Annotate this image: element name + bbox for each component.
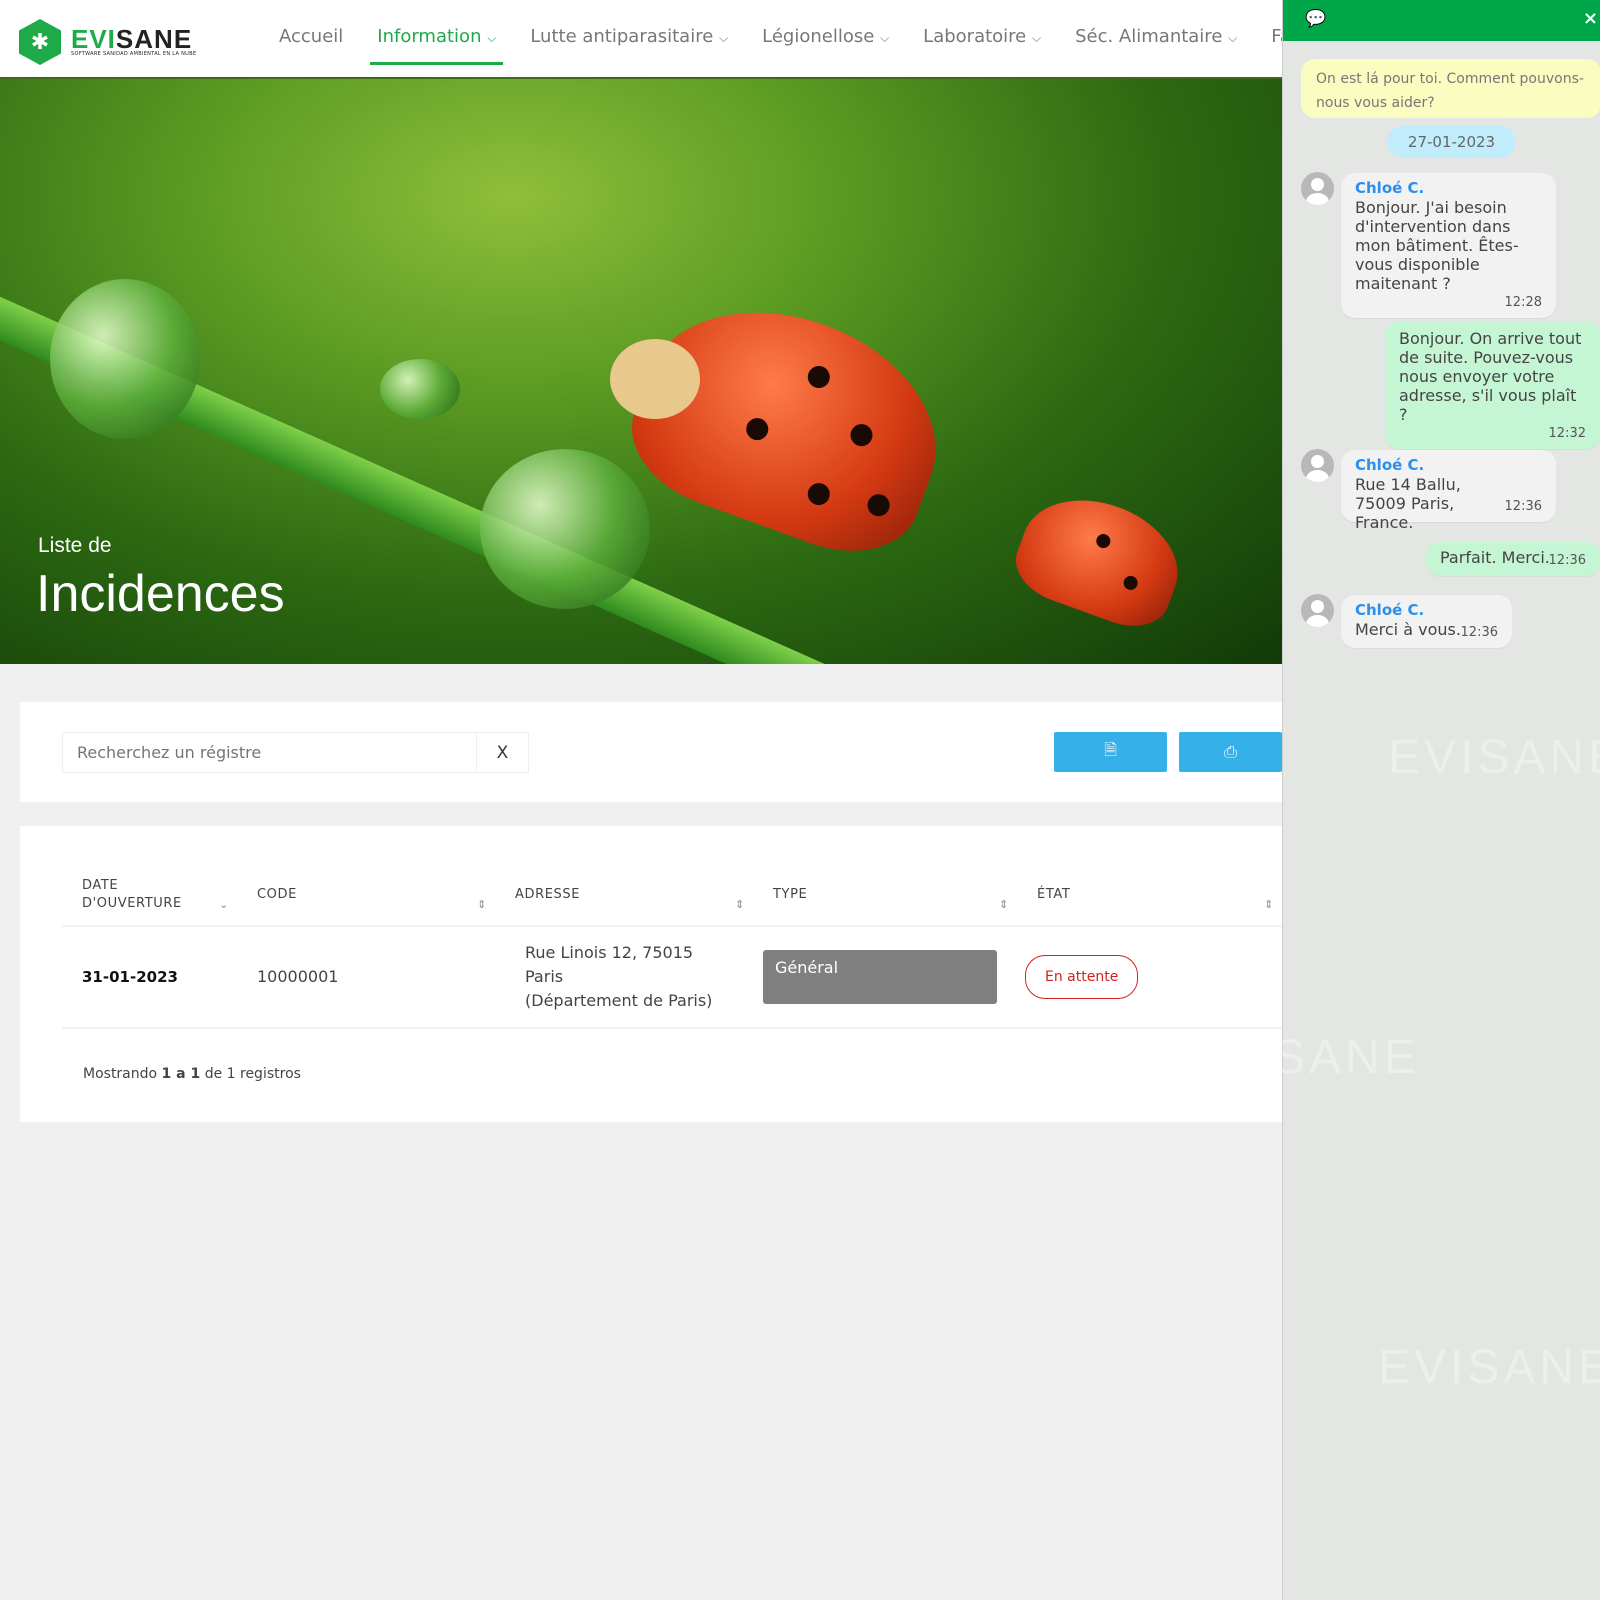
chat-date: 27-01-2023: [1387, 126, 1516, 158]
watermark-logo: SANE: [1273, 1031, 1420, 1084]
chevron-down-icon: ⌵: [719, 31, 729, 45]
page-title: Incidences: [36, 565, 285, 623]
sort-icon: ⇕: [999, 898, 1009, 911]
sort-icon: ⇕: [735, 898, 745, 911]
chat-bubbles-icon: 💬: [1305, 9, 1327, 29]
print-button[interactable]: ⎙: [1179, 732, 1282, 772]
type-badge: Général: [763, 950, 997, 1004]
nav-sec-alimentaire[interactable]: Séc. Alimantaire ⌵: [1058, 0, 1254, 79]
nav-legionellose[interactable]: Légionellose ⌵: [745, 0, 906, 79]
chevron-down-icon: ⌵: [1228, 31, 1238, 45]
cell-type: Général: [753, 926, 1017, 1029]
chevron-down-icon: ⌵: [1031, 31, 1042, 45]
hero-image-drop: [380, 359, 460, 419]
export-excel-button[interactable]: 🗎: [1054, 732, 1167, 772]
close-chat-button[interactable]: ×: [1583, 8, 1598, 29]
toolbar-card: X 🗎 ⎙: [20, 702, 1282, 802]
top-header: ✱ EVISANE SOFTWARE SANIDAD AMBIENTAL EN L…: [0, 0, 1301, 79]
sort-icon: ⇕: [1264, 898, 1274, 911]
hero-image-ladybug: [613, 274, 967, 574]
chat-header: 💬 ×: [1283, 0, 1600, 41]
cell-state: En attente: [1017, 926, 1282, 1029]
chat-welcome: On est lá pour toi. Comment pouvons-nous…: [1301, 59, 1600, 118]
chat-message-incoming: Chloé C. Bonjour. J'ai besoin d'intervent…: [1341, 173, 1556, 318]
watermark-logo: EVISANE: [1388, 731, 1600, 784]
status-badge: En attente: [1025, 955, 1139, 999]
column-header-date[interactable]: DATE D'OUVERTURE ⌄: [62, 864, 237, 927]
avatar: [1301, 449, 1334, 482]
search-box: X: [62, 732, 529, 773]
nav-laboratoire[interactable]: Laboratoire ⌵: [906, 0, 1058, 79]
column-header-etat[interactable]: ÉTAT ⇕: [1017, 864, 1282, 927]
file-excel-icon: 🗎: [1104, 739, 1117, 759]
brand-tagline: SOFTWARE SANIDAD AMBIENTAL EN LA NUBE: [71, 51, 197, 57]
cell-address: Rue Linois 12, 75015 Paris (Département d…: [495, 926, 753, 1029]
chevron-down-icon: ⌵: [880, 31, 890, 45]
table-row[interactable]: 31-01-2023 10000001 Rue Linois 12, 75015…: [62, 926, 1282, 1029]
search-input[interactable]: [63, 733, 476, 772]
hero-image-ladybug-small: [1006, 479, 1194, 639]
incidences-table: DATE D'OUVERTURE ⌄ CODE ⇕ ADRESSE ⇕ TYPE ⇕ É…: [62, 864, 1282, 1029]
avatar: [1301, 594, 1334, 627]
hero-image-drop: [480, 449, 650, 609]
nav-lutte-antiparasitaire[interactable]: Lutte antiparasitaire ⌵: [513, 0, 745, 79]
brand-name-a: EVI: [71, 24, 116, 54]
cell-date: 31-01-2023: [62, 926, 237, 1029]
chat-message-incoming: Chloé C. Rue 14 Ballu, 75009 Paris, Franc…: [1341, 450, 1556, 532]
chevron-down-icon: ⌵: [487, 31, 497, 45]
pagination-info: Mostrando 1 a 1 de 1 registros: [83, 1066, 301, 1082]
avatar: [1301, 172, 1334, 205]
sort-icon: ⇕: [477, 898, 487, 911]
sort-desc-icon: ⌄: [219, 898, 229, 911]
clear-search-button[interactable]: X: [476, 733, 528, 772]
column-header-type[interactable]: TYPE ⇕: [753, 864, 1017, 927]
nav-accueil[interactable]: Accueil: [262, 0, 360, 79]
main-nav: Accueil Information ⌵ Lutte antiparasita…: [262, 0, 1318, 79]
cell-code: 10000001: [237, 926, 495, 1029]
nav-information[interactable]: Information ⌵: [360, 0, 513, 79]
watermark-logo: EVISANE: [1378, 1341, 1600, 1394]
hero-image-drop: [50, 279, 200, 439]
hero-banner: Liste de Incidences: [0, 79, 1282, 664]
bug-logo-icon: ✱: [19, 19, 61, 65]
logo[interactable]: ✱ EVISANE SOFTWARE SANIDAD AMBIENTAL EN L…: [19, 19, 196, 65]
column-header-adresse[interactable]: ADRESSE ⇕: [495, 864, 753, 927]
hero-subtitle: Liste de: [38, 534, 112, 557]
chat-panel: 💬 × EVISANE SANE EVISANE On est lá pour …: [1273, 0, 1600, 1600]
print-icon: ⎙: [1224, 742, 1237, 761]
hero-image-ladybug-head: [610, 339, 700, 419]
chat-message-outgoing: Bonjour. On arrive tout de suite. Pouvez…: [1385, 321, 1600, 449]
table-card: DATE D'OUVERTURE ⌄ CODE ⇕ ADRESSE ⇕ TYPE ⇕ É…: [20, 826, 1282, 1122]
chat-message-outgoing: Parfait. Merci. 12:36: [1426, 542, 1600, 576]
column-header-code[interactable]: CODE ⇕: [237, 864, 495, 927]
chat-message-incoming: Chloé C. Merci à vous. 12:36: [1341, 595, 1512, 648]
brand-name-b: SANE: [115, 24, 193, 54]
